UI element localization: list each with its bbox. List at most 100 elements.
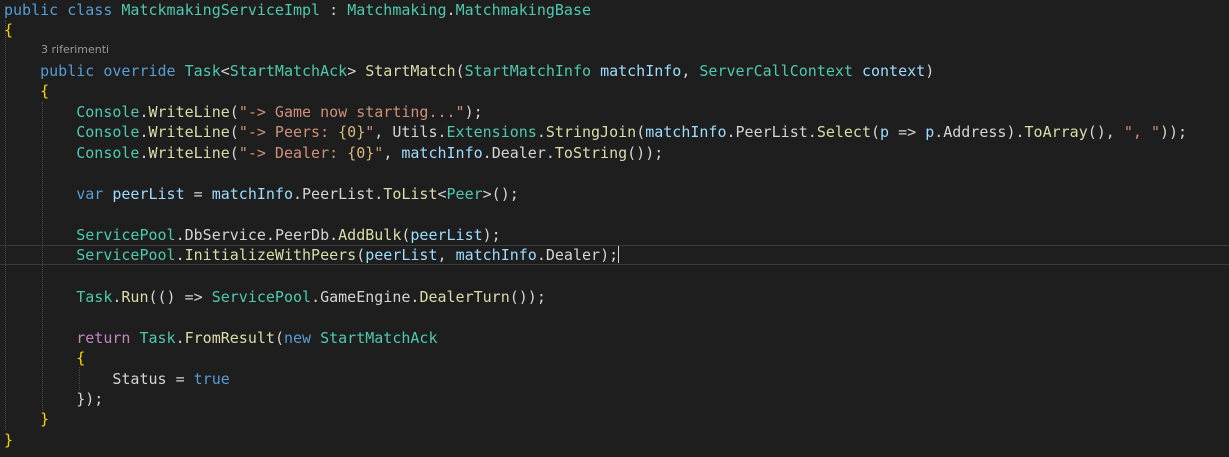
code-token: MatchmakingBase (455, 1, 592, 19)
code-token: )); (1160, 123, 1188, 141)
code-token: ( (636, 123, 646, 141)
code-line[interactable]: ServicePool.DbService.PeerDb.AddBulk(pee… (4, 225, 500, 245)
code-token: public (4, 1, 68, 19)
code-line[interactable]: public override Task<StartMatchAck> Star… (4, 61, 934, 81)
code-token: . (807, 123, 817, 141)
code-token: >(); (482, 185, 519, 203)
code-token: . (536, 123, 546, 141)
code-token: Console (76, 123, 140, 141)
code-token: var (76, 185, 113, 203)
code-line[interactable]: }); (4, 389, 103, 409)
code-token: FromResult (184, 329, 275, 347)
code-line[interactable]: { (4, 348, 85, 368)
code-token: InitializeWithPeers (184, 246, 357, 264)
code-token: { (4, 21, 14, 39)
code-line[interactable]: { (4, 20, 13, 40)
code-token: > (347, 62, 366, 80)
code-token: ServicePool (76, 246, 176, 264)
code-line[interactable]: } (4, 430, 13, 450)
code-token: matchInfo (455, 246, 537, 264)
code-token: ( (229, 144, 239, 162)
code-token: . (293, 185, 303, 203)
code-token: true (193, 370, 230, 388)
code-token: ", " (1123, 123, 1160, 141)
code-token: : (320, 1, 348, 19)
code-line[interactable]: Task.Run(() => ServicePool.GameEngine.De… (4, 287, 546, 307)
code-token: MatckmakingServiceImpl (121, 1, 321, 19)
code-token: ); (600, 246, 619, 264)
code-token: ServicePool (76, 226, 176, 244)
code-token: . (139, 103, 149, 121)
code-token: return (76, 329, 140, 347)
code-token: ( (229, 123, 239, 141)
code-token: DealerTurn (419, 288, 510, 306)
code-line[interactable]: Console.WriteLine("-> Dealer: {0}", matc… (4, 143, 663, 163)
code-token: { (40, 82, 50, 100)
code-token: matchInfo (600, 62, 682, 80)
code-token: {0} (347, 144, 375, 162)
code-token: peerList (112, 185, 185, 203)
code-token: " (374, 144, 384, 162)
code-token: StartMatchAck (320, 329, 438, 347)
code-token: Task (76, 288, 113, 306)
code-token: = (184, 185, 212, 203)
code-token: new (283, 329, 321, 347)
codelens-references[interactable]: 3 riferimenti (41, 42, 109, 58)
code-token: , (681, 62, 700, 80)
code-token: matchInfo (211, 185, 293, 203)
code-token: ( (356, 246, 366, 264)
code-token: ) (925, 62, 935, 80)
code-token: StartMatchAck (229, 62, 348, 80)
code-token: matchInfo (645, 123, 727, 141)
code-token: < (220, 62, 230, 80)
code-token: Extensions (446, 123, 537, 141)
code-line[interactable]: Console.WriteLine("-> Game now starting.… (4, 102, 482, 122)
code-token: } (4, 431, 14, 449)
code-token: Run (121, 288, 149, 306)
code-token: Utils (392, 123, 438, 141)
code-line[interactable]: return Task.FromResult(new StartMatchAck (4, 328, 438, 348)
code-line[interactable]: { (4, 81, 49, 101)
code-line[interactable]: } (4, 409, 49, 429)
code-line[interactable]: public class MatckmakingServiceImpl : Ma… (4, 0, 591, 20)
code-token: } (40, 410, 50, 428)
code-token: < (437, 185, 447, 203)
code-line[interactable]: var peerList = matchInfo.PeerList.ToList… (4, 184, 519, 204)
code-token: . (139, 123, 149, 141)
code-token: . (311, 288, 321, 306)
code-token: ( (229, 103, 239, 121)
code-token: StringJoin (545, 123, 637, 141)
code-token: . (175, 226, 185, 244)
code-token: . (139, 144, 149, 162)
code-token: p (880, 123, 890, 141)
code-token: , (374, 123, 393, 141)
code-token: ServicePool (211, 288, 312, 306)
code-line[interactable]: ServicePool.InitializeWithPeers(peerList… (4, 245, 620, 265)
text-cursor (618, 246, 620, 263)
code-token: AddBulk (338, 226, 402, 244)
code-token: peerList (365, 246, 438, 264)
code-token: Address (943, 123, 1007, 141)
code-token: Task (139, 329, 176, 347)
code-token: StartMatch (365, 62, 456, 80)
code-editor[interactable]: 3 riferimenti public class MatckmakingSe… (0, 0, 1229, 457)
code-token: DbService (184, 226, 266, 244)
code-token: => (889, 123, 926, 141)
code-token: Dealer (491, 144, 546, 162)
code-line[interactable]: Status = true (4, 369, 230, 389)
code-token: WriteLine (148, 123, 230, 141)
code-token: "-> Peers: (238, 123, 339, 141)
code-token: . (446, 1, 456, 19)
code-token: Console (76, 103, 140, 121)
code-token: ()); (509, 288, 546, 306)
code-token: (), (1087, 123, 1124, 141)
code-token: (() => (148, 288, 212, 306)
code-token: Matchmaking (347, 1, 447, 19)
code-line[interactable]: Console.WriteLine("-> Peers: {0}", Utils… (4, 122, 1187, 142)
